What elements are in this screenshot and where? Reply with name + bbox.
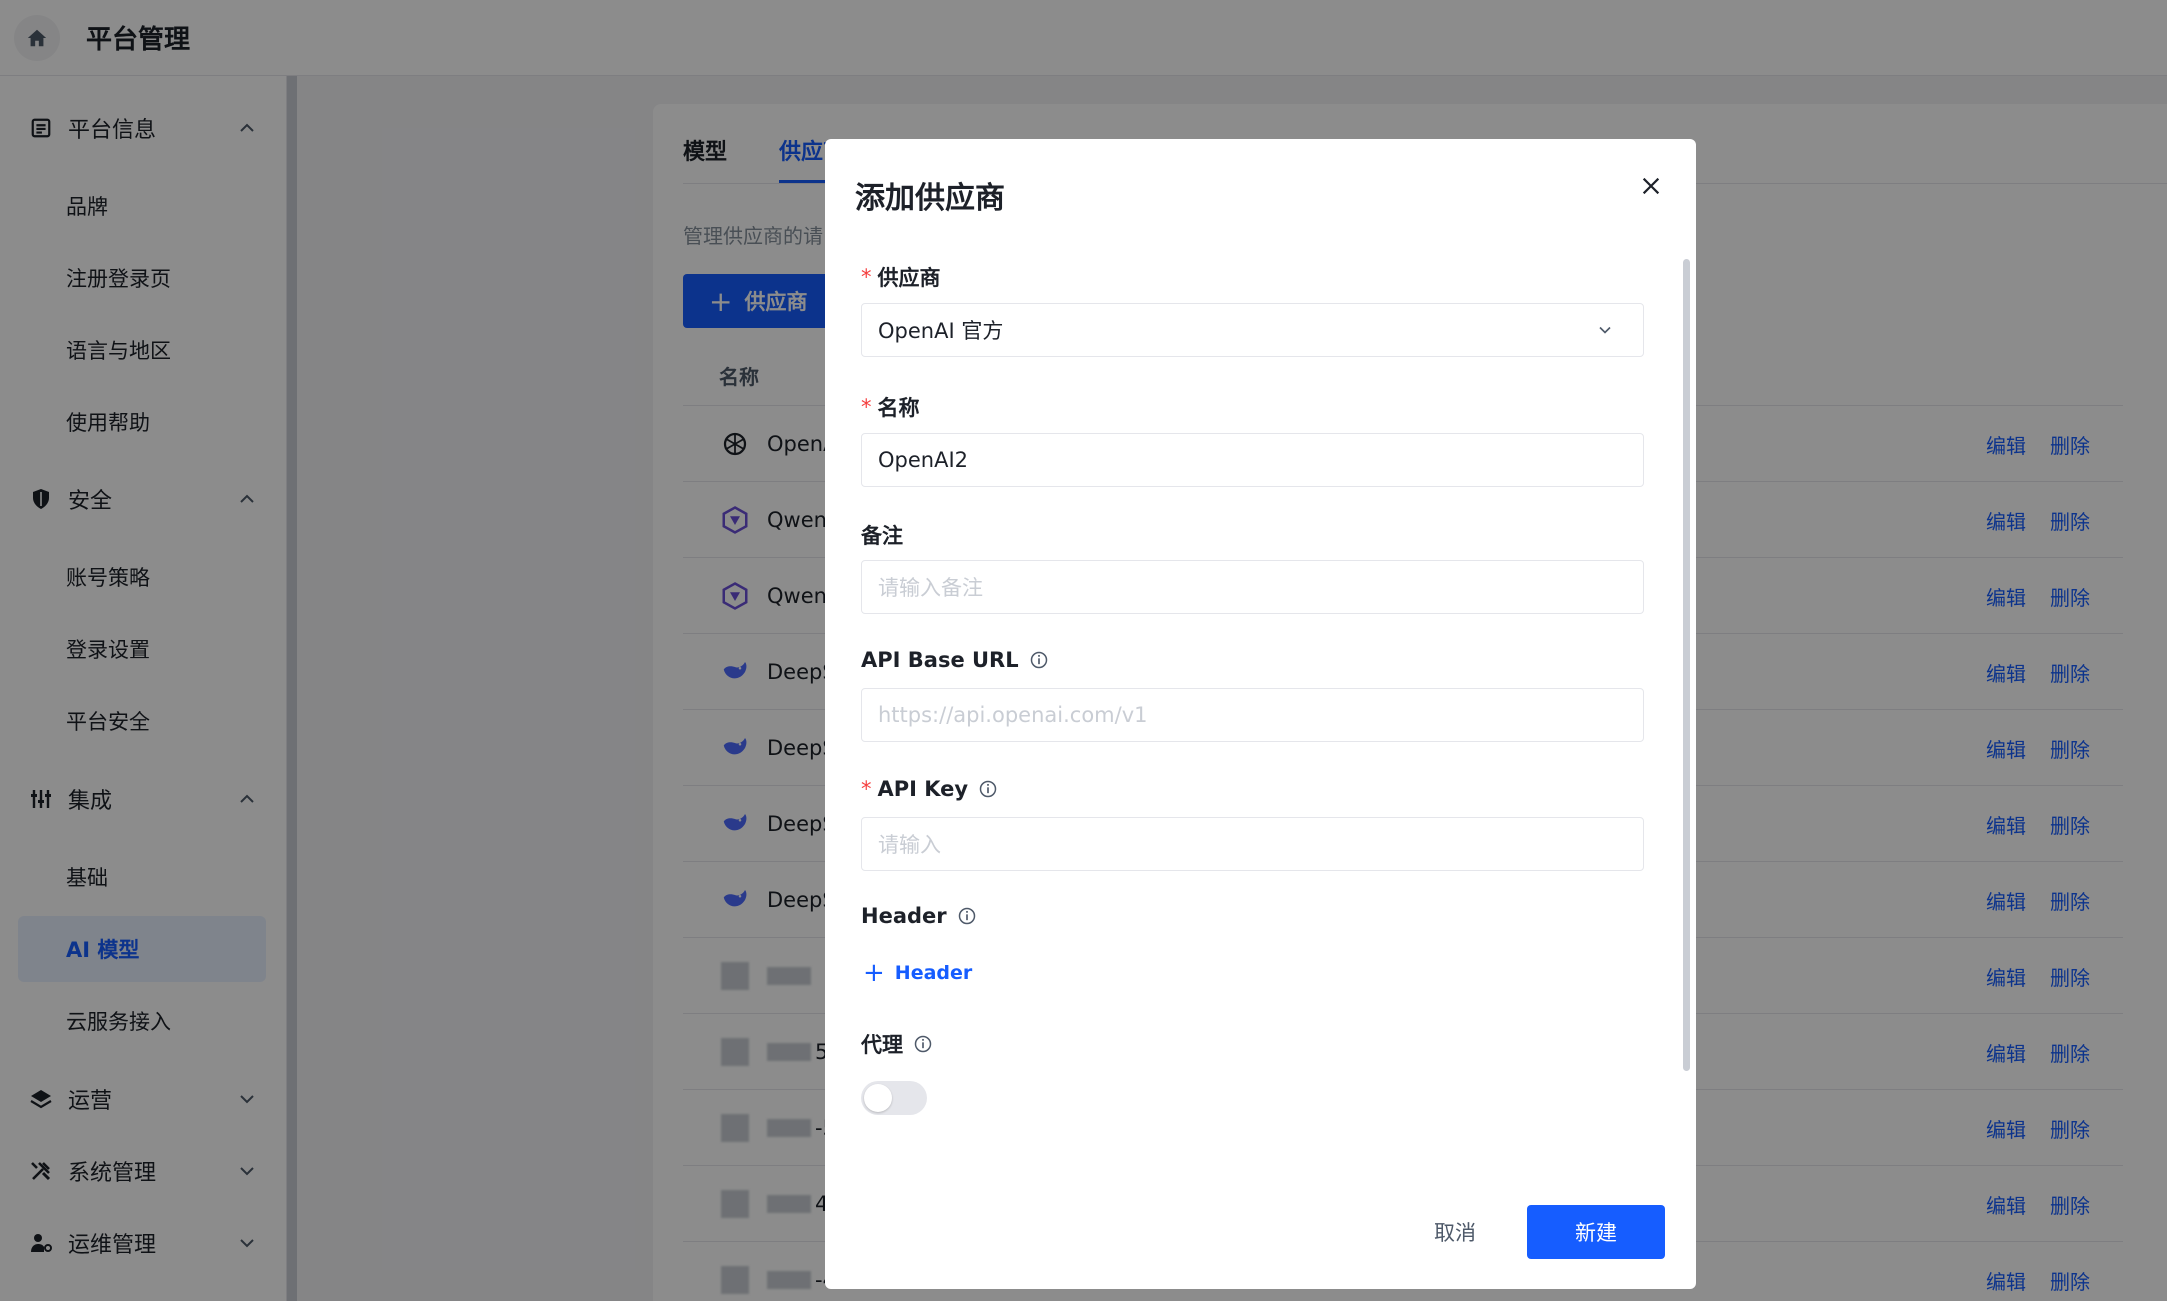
- api-key-placeholder: 请输入: [878, 833, 941, 857]
- dialog-title: 添加供应商: [855, 181, 1005, 216]
- info-icon[interactable]: [957, 906, 977, 926]
- base-url-placeholder: https://api.openai.com/v1: [878, 703, 1148, 727]
- required-mark: *: [861, 395, 872, 419]
- toggle-knob: [864, 1084, 892, 1112]
- close-icon[interactable]: [1634, 169, 1668, 203]
- header-label: Header: [861, 904, 977, 928]
- info-icon[interactable]: [913, 1034, 933, 1054]
- remark-input[interactable]: 请输入备注: [861, 560, 1644, 614]
- base-url-label-text: API Base URL: [861, 648, 1019, 672]
- api-key-label: * API Key: [861, 777, 998, 801]
- info-icon[interactable]: [1029, 650, 1049, 670]
- api-key-input[interactable]: 请输入: [861, 817, 1644, 871]
- base-url-label: API Base URL: [861, 648, 1049, 672]
- proxy-label-text: 代理: [861, 1033, 903, 1057]
- base-url-input[interactable]: https://api.openai.com/v1: [861, 688, 1644, 742]
- info-icon[interactable]: [978, 779, 998, 799]
- dialog-scrollbar[interactable]: [1683, 259, 1690, 1071]
- required-mark: *: [861, 777, 872, 801]
- name-label: * 名称: [861, 392, 920, 422]
- name-label-text: 名称: [877, 396, 920, 420]
- header-label-text: Header: [861, 904, 947, 928]
- provider-select[interactable]: OpenAI 官方: [861, 303, 1644, 357]
- provider-select-value: OpenAI 官方: [878, 319, 1004, 343]
- remark-label: 备注: [861, 520, 903, 550]
- name-input[interactable]: OpenAI2: [861, 433, 1644, 487]
- remark-label-text: 备注: [861, 524, 903, 548]
- cancel-button[interactable]: 取消: [1398, 1205, 1512, 1259]
- required-mark: *: [861, 265, 872, 289]
- plus-icon: +: [863, 958, 885, 988]
- create-button[interactable]: 新建: [1527, 1205, 1665, 1259]
- api-key-label-text: API Key: [877, 777, 969, 801]
- proxy-toggle[interactable]: [861, 1081, 927, 1115]
- add-header-button[interactable]: + Header: [863, 958, 972, 988]
- remark-placeholder: 请输入备注: [878, 576, 983, 600]
- name-input-value: OpenAI2: [878, 448, 969, 472]
- provider-label-text: 供应商: [877, 266, 941, 290]
- chevron-down-icon: [1599, 326, 1611, 334]
- provider-label: * 供应商: [861, 262, 941, 292]
- proxy-label: 代理: [861, 1029, 933, 1059]
- add-header-label: Header: [894, 962, 973, 984]
- add-provider-dialog: 添加供应商 * 供应商 OpenAI 官方 * 名称 OpenAI2 备注 请输…: [825, 139, 1696, 1289]
